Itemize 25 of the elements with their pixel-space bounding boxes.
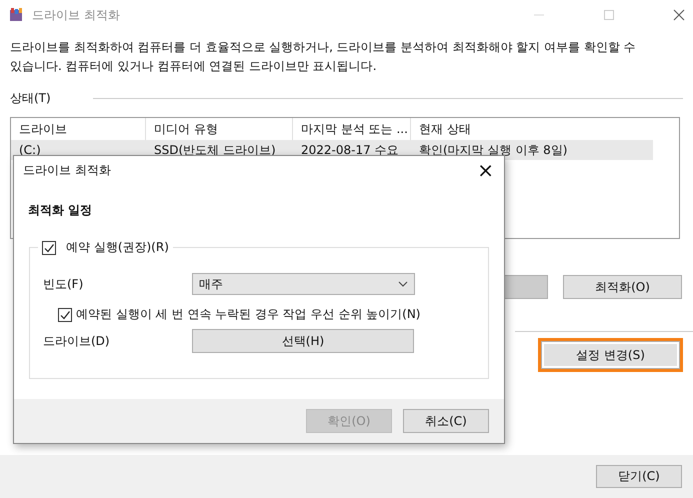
- table-cell-text: 2022-08-17 수요: [300, 142, 400, 158]
- checkbox[interactable]: [58, 308, 72, 322]
- app-icon: [8, 7, 24, 23]
- checkbox-label: 예약된 실행이 세 번 연속 누락된 경우 작업 우선 순위 높이기(N): [76, 306, 420, 323]
- table-cell-text: SSD(반도체 드라이브): [153, 142, 277, 158]
- frequency-label: 빈도(F): [42, 276, 84, 292]
- optimize-button[interactable]: 최적화(O): [563, 275, 682, 299]
- dialog-heading: 최적화 일정: [28, 202, 94, 219]
- status-label: 상태(T): [10, 90, 51, 107]
- close-icon[interactable]: [673, 9, 685, 21]
- cancel-button[interactable]: 취소(C): [403, 409, 489, 433]
- dialog-close-button[interactable]: ×: [477, 160, 494, 180]
- dialog-title: 드라이브 최적화: [23, 162, 111, 178]
- drive-label: 드라이브(D): [42, 332, 111, 350]
- change-settings-button[interactable]: 설정 변경(S): [542, 342, 679, 368]
- frequency-dropdown[interactable]: 매주: [192, 273, 415, 295]
- description-text: 드라이브를 최적화하여 컴퓨터를 더 효율적으로 실행하거나, 드라이브를 분석하여 최적화해야 할지 여부를 확인할 수 있습니다. 컴퓨터에 있거나 컴퓨터에 연결된 드라이브만 표시됩니다.: [10, 39, 637, 75]
- checkbox[interactable]: [42, 240, 56, 254]
- close-button[interactable]: 닫기(C): [596, 465, 682, 488]
- chevron-down-icon: [398, 281, 408, 287]
- table-cell-text: (C:): [18, 142, 42, 159]
- select-button[interactable]: 선택(H): [192, 329, 414, 353]
- window-title: 드라이브 최적화: [32, 6, 120, 24]
- column-header[interactable]: 현재 상태: [411, 118, 651, 140]
- checkbox-label: 예약 실행(권장)(R): [66, 239, 169, 256]
